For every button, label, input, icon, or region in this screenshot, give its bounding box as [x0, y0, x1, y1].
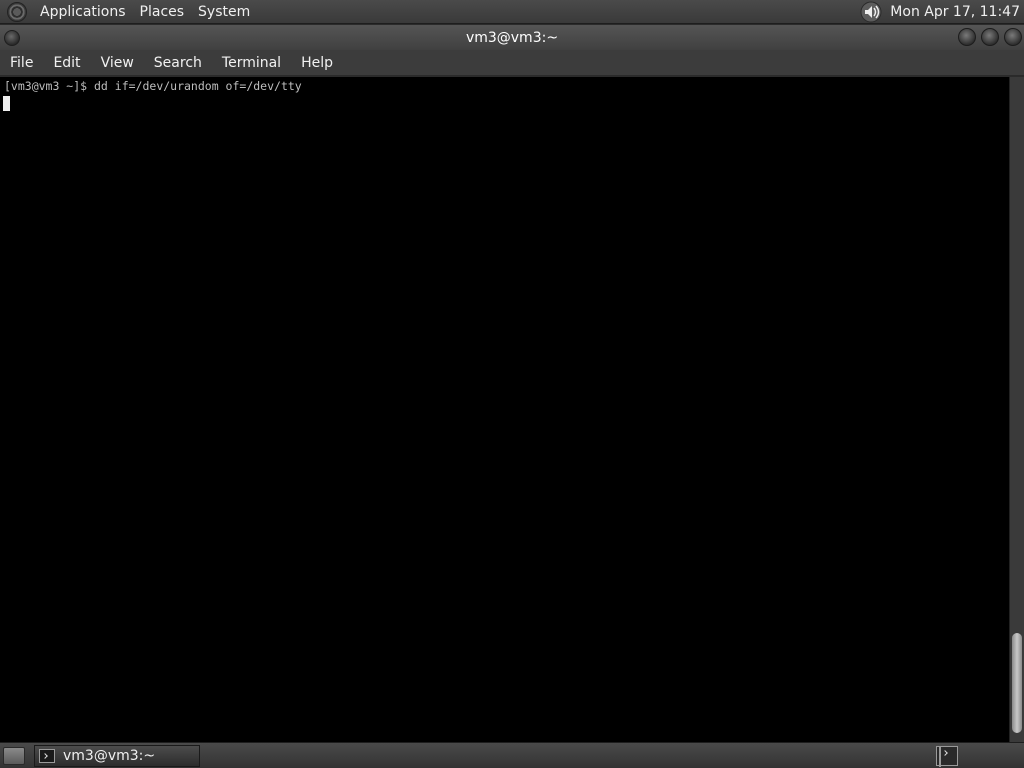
menu-file[interactable]: File [0, 50, 43, 76]
terminal-area[interactable]: [vm3@vm3 ~]$ dd if=/dev/urandom of=/dev/… [0, 77, 1009, 742]
window-title: vm3@vm3:~ [465, 29, 559, 46]
maximize-button[interactable] [981, 28, 999, 46]
menu-edit[interactable]: Edit [43, 50, 90, 76]
close-button[interactable] [1004, 28, 1022, 46]
workspace-switcher-icon[interactable] [936, 746, 958, 767]
menu-search[interactable]: Search [144, 50, 212, 76]
panel-tray: Mon Apr 17, 11:47 [860, 0, 1024, 24]
menu-terminal[interactable]: Terminal [212, 50, 291, 76]
window-controls [958, 28, 1022, 46]
system-menu[interactable]: System [191, 0, 257, 24]
prompt-line: [vm3@vm3 ~]$ dd if=/dev/urandom of=/dev/… [4, 79, 302, 93]
bottom-panel: vm3@vm3:~ [0, 742, 1024, 768]
menu-view[interactable]: View [91, 50, 144, 76]
terminal-scrollbar[interactable] [1009, 77, 1024, 742]
clock[interactable]: Mon Apr 17, 11:47 [890, 4, 1024, 20]
top-panel: Applications Places System Mon Apr 17, 1… [0, 0, 1024, 24]
window-menu-icon[interactable] [4, 30, 20, 46]
distro-logo-icon[interactable] [7, 1, 27, 22]
terminal-icon [939, 746, 941, 767]
terminal-icon [39, 748, 55, 763]
scrollbar-thumb[interactable] [1012, 633, 1022, 733]
text-cursor [3, 96, 10, 111]
menu-help[interactable]: Help [291, 50, 343, 76]
taskbar-window-button[interactable]: vm3@vm3:~ [34, 744, 200, 767]
minimize-button[interactable] [958, 28, 976, 46]
taskbar-window-label: vm3@vm3:~ [63, 747, 156, 764]
places-menu[interactable]: Places [133, 0, 192, 24]
show-desktop-icon[interactable] [3, 746, 25, 765]
volume-icon[interactable] [860, 1, 882, 23]
terminal-menubar: File Edit View Search Terminal Help [0, 50, 1024, 76]
window-titlebar[interactable]: vm3@vm3:~ [0, 25, 1024, 50]
applications-menu[interactable]: Applications [33, 0, 133, 24]
